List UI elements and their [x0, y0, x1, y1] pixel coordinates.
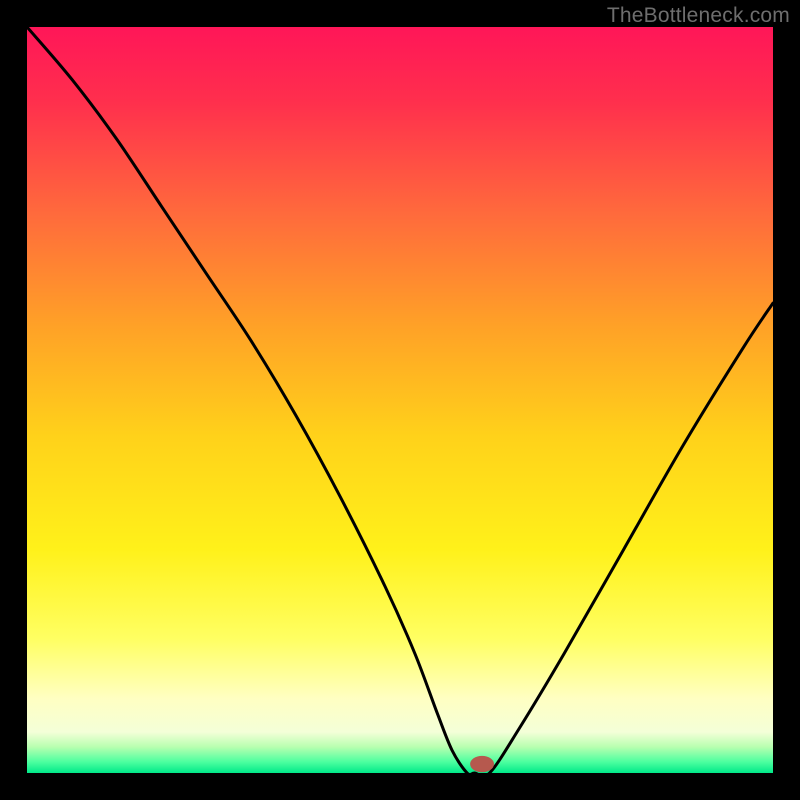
plot-area — [27, 27, 773, 773]
bottleneck-chart — [27, 27, 773, 773]
minimum-marker — [470, 756, 494, 772]
gradient-background — [27, 27, 773, 773]
chart-frame: TheBottleneck.com — [0, 0, 800, 800]
attribution-label: TheBottleneck.com — [607, 4, 790, 28]
